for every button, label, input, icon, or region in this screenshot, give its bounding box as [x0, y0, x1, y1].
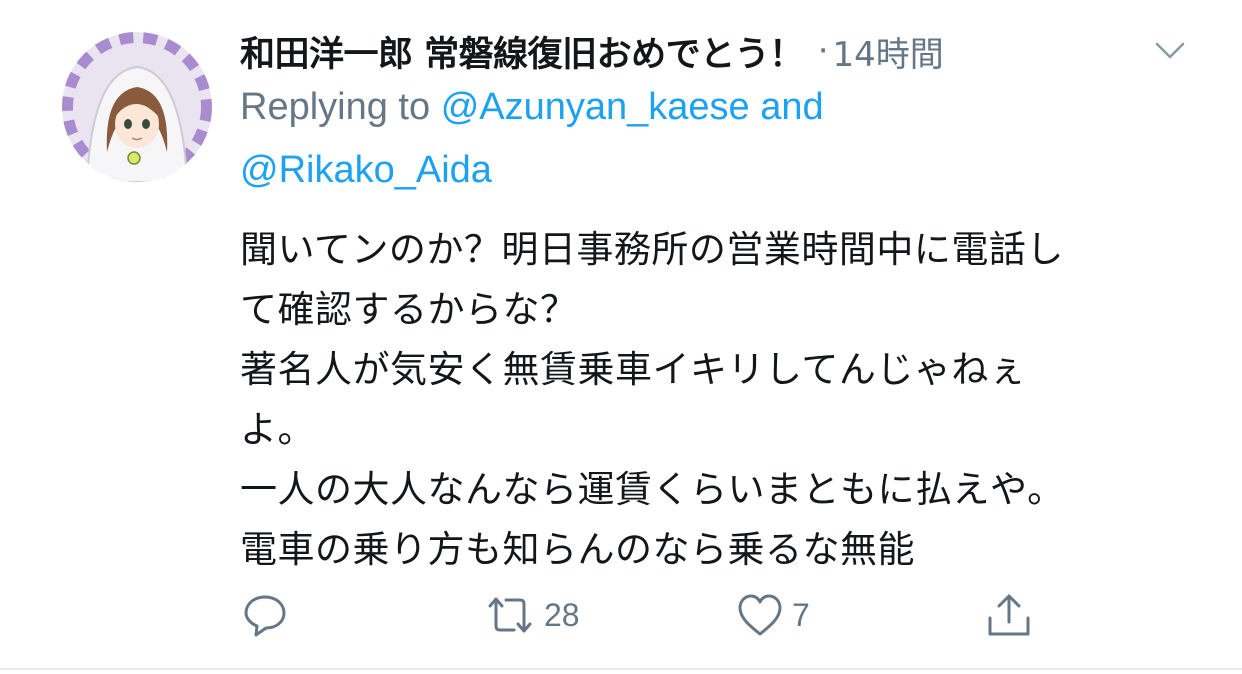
tweet-text-line: 著名人が気安く無賃乗車イキリしてんじゃねぇ — [240, 348, 1027, 391]
tweet-divider — [0, 668, 1242, 670]
like-count: 7 — [792, 596, 810, 633]
display-name[interactable]: 和田洋一郎 常磐線復旧おめでとう！ — [240, 26, 804, 77]
tweet-text-line: 一人の大人なんなら運賃くらいまともに払えや。 — [240, 468, 1065, 511]
replying-to-line-2: @Rikako_Aida — [240, 149, 492, 192]
share-icon — [988, 594, 1030, 636]
tweet[interactable]: 和田洋一郎 常磐線復旧おめでとう！ · 14時間 Replying to @Az… — [0, 0, 1242, 674]
share-button[interactable] — [984, 585, 1034, 645]
replying-to-line: Replying to @Azunyan_kaese and — [240, 86, 824, 129]
heart-icon — [738, 594, 782, 636]
mention-link[interactable]: @Azunyan_kaese — [441, 86, 750, 128]
tweet-text-line: て確認するからな？ — [240, 288, 578, 331]
reply-button[interactable] — [242, 585, 288, 645]
replying-to-and: and — [760, 86, 824, 128]
tweet-header: 和田洋一郎 常磐線復旧おめでとう！ · 14時間 — [240, 26, 944, 76]
retweet-icon — [488, 597, 532, 633]
tweet-text-line: 聞いてンのか？明日事務所の営業時間中に電話し — [240, 228, 1064, 271]
avatar[interactable] — [62, 32, 212, 182]
retweet-button[interactable]: 28 — [484, 585, 580, 645]
tweet-text-line: 電車の乗り方も知らんのなら乗るな無能 — [240, 528, 915, 571]
reply-bubble-icon — [244, 595, 286, 637]
chevron-down-icon — [1155, 42, 1185, 59]
tweet-body: 聞いてンのか？明日事務所の営業時間中に電話し て確認するからな？ 著名人が気安く… — [240, 220, 1200, 580]
timestamp[interactable]: 14時間 — [833, 27, 944, 76]
tweet-text-line: よ。 — [240, 408, 315, 451]
avatar-image — [62, 32, 212, 182]
retweet-count: 28 — [544, 596, 580, 633]
tweet-actions: 28 7 — [0, 585, 1242, 645]
like-button[interactable]: 7 — [736, 585, 810, 645]
mention-link[interactable]: @Rikako_Aida — [240, 149, 492, 191]
separator-dot: · — [817, 31, 829, 71]
replying-to-label: Replying to — [240, 86, 431, 128]
tweet-menu-button[interactable] — [1150, 36, 1190, 66]
